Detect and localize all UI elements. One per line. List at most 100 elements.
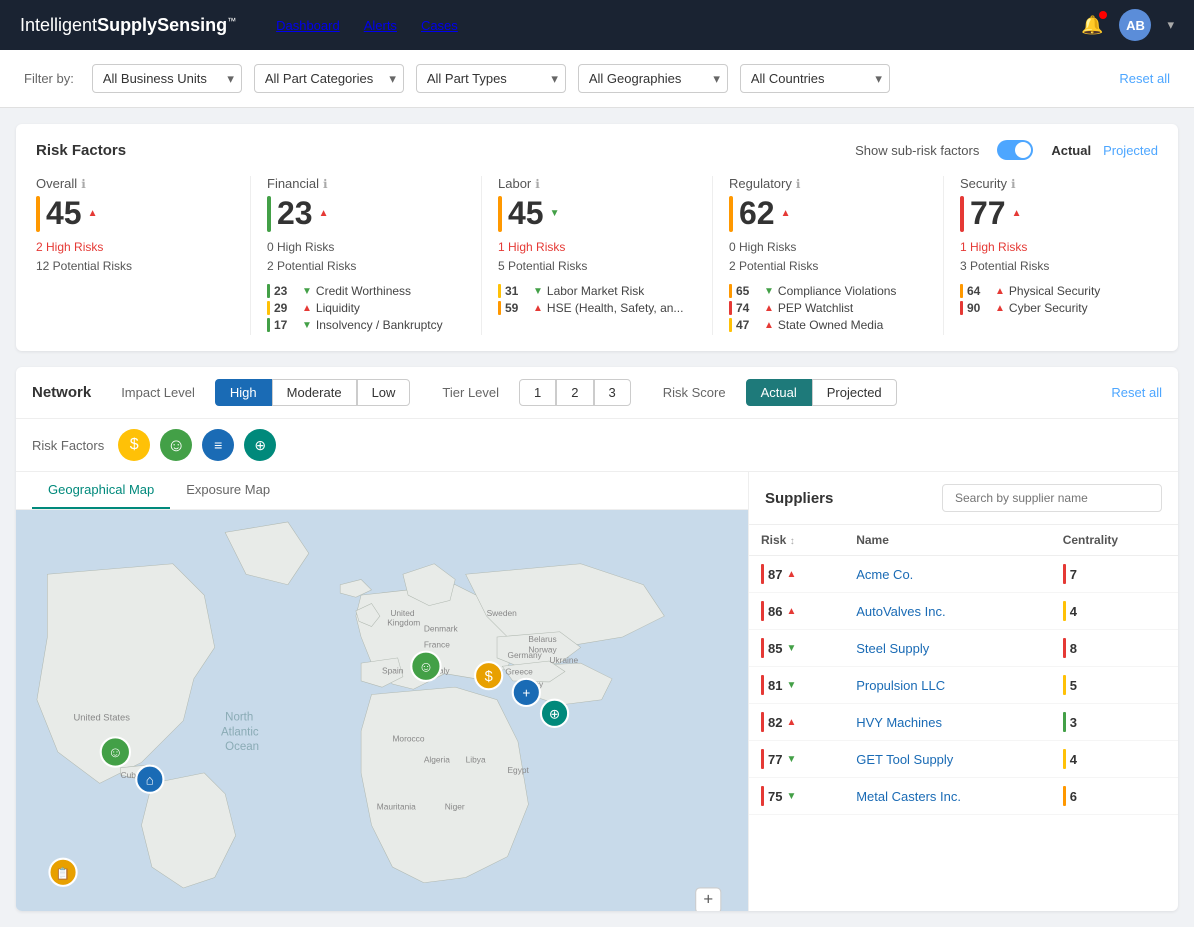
business-units-select[interactable]: All Business Units (92, 64, 242, 93)
impact-low-btn[interactable]: Low (357, 379, 411, 406)
supplier-name-cell: Steel Supply (844, 630, 1051, 667)
labor-info-icon[interactable]: ℹ (535, 177, 540, 191)
map-pin-turkey[interactable]: + (513, 679, 540, 706)
centrality-bar (1063, 638, 1066, 658)
security-factor-icon[interactable]: ⊕ (244, 429, 276, 461)
labor-market-bar (498, 284, 501, 298)
nav-cases[interactable]: Cases (421, 18, 458, 33)
notifications-bell[interactable]: 🔔 (1081, 15, 1103, 36)
regulatory-risks: 0 High Risks 2 Potential Risks (729, 238, 927, 276)
supplier-search-input[interactable] (942, 484, 1162, 512)
map-pin-us-south[interactable]: 📋 (49, 859, 76, 886)
supplier-name-cell: GET Tool Supply (844, 741, 1051, 778)
pep-bar (729, 301, 732, 315)
pep-trend: ▲ (764, 303, 774, 314)
impact-moderate-btn[interactable]: Moderate (272, 379, 357, 406)
risk-score-actual-btn[interactable]: Actual (746, 379, 812, 406)
map-pin-east-europe[interactable]: $ (475, 662, 502, 689)
risk-bar (761, 786, 764, 806)
supplier-centrality-cell: 6 (1051, 778, 1178, 815)
user-avatar[interactable]: AB (1119, 9, 1151, 41)
security-high-risks: 1 High Risks (960, 238, 1158, 257)
map-pin-us-east[interactable]: ⌂ (136, 766, 163, 793)
rf-col-labor-title: Labor ℹ (498, 176, 696, 191)
impact-btn-group: High Moderate Low (215, 379, 411, 406)
table-row[interactable]: 75 ▼ Metal Casters Inc. 6 (749, 778, 1178, 815)
part-types-select[interactable]: All Part Types (416, 64, 566, 93)
tier-2-btn[interactable]: 2 (556, 379, 593, 406)
hse-trend: ▲ (533, 303, 543, 314)
map-pin-us-west[interactable]: ☺ (101, 738, 130, 767)
regulatory-factor-icon[interactable]: ≡ (202, 429, 234, 461)
risk-score-projected-btn[interactable]: Projected (812, 379, 897, 406)
tier-3-btn[interactable]: 3 (594, 379, 631, 406)
table-row[interactable]: 82 ▲ HVY Machines 3 (749, 704, 1178, 741)
financial-high-risks: 0 High Risks (267, 238, 465, 257)
risk-value: 75 (768, 789, 782, 804)
supplier-risk-cell: 86 ▲ (749, 593, 844, 630)
risk-bar (761, 564, 764, 584)
financial-factor-icon[interactable]: $ (118, 429, 150, 461)
map-tabs: Geographical Map Exposure Map (16, 472, 748, 510)
actual-link[interactable]: Actual (1051, 143, 1091, 158)
suppliers-title: Suppliers (765, 490, 833, 507)
part-categories-select[interactable]: All Part Categories (254, 64, 404, 93)
table-row[interactable]: 85 ▼ Steel Supply 8 (749, 630, 1178, 667)
centrality-value: 5 (1070, 678, 1077, 693)
rf-icons-row: Risk Factors $ ☺ ≡ ⊕ (16, 419, 1178, 472)
brand-logo: IntelligentSupplySensing™ (20, 15, 236, 36)
projected-link[interactable]: Projected (1103, 143, 1158, 158)
risk-score-label: Risk Score (663, 385, 726, 400)
nav-dashboard[interactable]: Dashboard (276, 18, 340, 33)
filter-reset-all[interactable]: Reset all (1119, 71, 1170, 86)
financial-potential-risks: 2 Potential Risks (267, 257, 465, 276)
table-row[interactable]: 81 ▼ Propulsion LLC 5 (749, 667, 1178, 704)
sub-risk-toggle[interactable] (997, 140, 1033, 160)
risk-bar (761, 675, 764, 695)
part-categories-wrap: All Part Categories (254, 64, 404, 93)
user-menu-arrow[interactable]: ▾ (1167, 17, 1174, 33)
map-svg-container: North Atlantic Ocean (16, 510, 748, 910)
financial-info-icon[interactable]: ℹ (323, 177, 328, 191)
tab-exposure-map[interactable]: Exposure Map (170, 472, 286, 509)
table-row[interactable]: 86 ▲ AutoValves Inc. 4 (749, 593, 1178, 630)
risk-trend: ▲ (786, 717, 796, 728)
svg-text:+: + (703, 890, 713, 909)
map-pin-middle-east[interactable]: ⊕ (541, 700, 568, 727)
topnav: IntelligentSupplySensing™ Dashboard Aler… (0, 0, 1194, 50)
countries-select[interactable]: All Countries (740, 64, 890, 93)
supplier-centrality-cell: 8 (1051, 630, 1178, 667)
col-risk-header: Risk ↕ (749, 525, 844, 556)
supplier-centrality-cell: 5 (1051, 667, 1178, 704)
table-row[interactable]: 87 ▲ Acme Co. 7 (749, 556, 1178, 593)
insolvency-trend: ▼ (302, 320, 312, 331)
centrality-bar (1063, 712, 1066, 732)
geographies-select[interactable]: All Geographies (578, 64, 728, 93)
security-sub-items: 64 ▲ Physical Security 90 ▲ Cyber Securi… (960, 284, 1158, 315)
table-row[interactable]: 77 ▼ GET Tool Supply 4 (749, 741, 1178, 778)
tier-1-btn[interactable]: 1 (519, 379, 556, 406)
supplier-risk-cell: 85 ▼ (749, 630, 844, 667)
risk-sort-icon[interactable]: ↕ (790, 536, 795, 547)
financial-sub-items: 23 ▼ Credit Worthiness 29 ▲ Liquidity 17… (267, 284, 465, 332)
svg-text:📋: 📋 (56, 867, 70, 881)
financial-risks: 0 High Risks 2 Potential Risks (267, 238, 465, 276)
rf-regulatory-score-row: 62 ▲ (729, 195, 927, 232)
map-pin-europe-central[interactable]: ☺ (411, 652, 440, 681)
regulatory-score-bar (729, 196, 733, 232)
state-owned-trend: ▲ (764, 320, 774, 331)
sub-pep: 74 ▲ PEP Watchlist (729, 301, 927, 315)
svg-text:Ukraine: Ukraine (549, 655, 578, 665)
sub-state-owned: 47 ▲ State Owned Media (729, 318, 927, 332)
geographies-wrap: All Geographies (578, 64, 728, 93)
labor-sub-items: 31 ▼ Labor Market Risk 59 ▲ HSE (Health,… (498, 284, 696, 315)
impact-high-btn[interactable]: High (215, 379, 272, 406)
regulatory-info-icon[interactable]: ℹ (796, 177, 801, 191)
network-reset-all[interactable]: Reset all (1111, 385, 1162, 400)
labor-factor-icon[interactable]: ☺ (160, 429, 192, 461)
security-info-icon[interactable]: ℹ (1011, 177, 1016, 191)
nav-alerts[interactable]: Alerts (364, 18, 397, 33)
overall-info-icon[interactable]: ℹ (81, 177, 86, 191)
centrality-bar (1063, 786, 1066, 806)
tab-geographical-map[interactable]: Geographical Map (32, 472, 170, 509)
